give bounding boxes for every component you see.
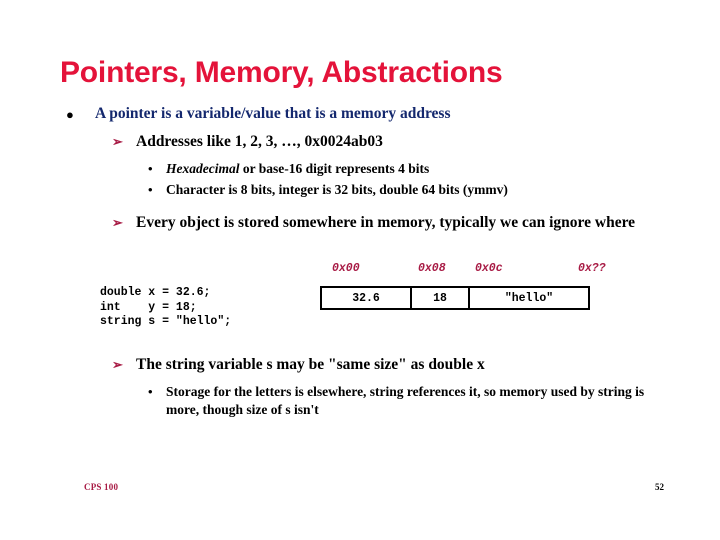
bullet-level2-label: The string variable s may be "same size"… [136,356,485,373]
bullet-level3-emphasis: Hexadecimal [166,161,240,176]
small-dot-bullet-icon: • [148,384,153,399]
footer-course-label: CPS 100 [84,482,119,492]
memory-address-label: 0x?? [578,262,606,275]
bullet-level2-string-size: ➢ The string variable s may be "same siz… [112,355,642,375]
footer-page-number: 52 [655,482,664,492]
slide-title: Pointers, Memory, Abstractions [60,56,503,89]
memory-address-label: 0x0c [475,262,503,275]
bullet-level1-pointer-definition: ● A pointer is a variable/value that is … [66,104,666,124]
bullet-level1-label: A pointer is a variable/value that is a … [95,105,451,122]
memory-cell: 32.6 [322,288,412,308]
bullet-level2-label: Addresses like 1, 2, 3, …, 0x0024ab03 [136,133,383,150]
code-snippet: double x = 32.6; int y = 18; string s = … [100,286,232,329]
memory-address-labels: 0x00 0x08 0x0c 0x?? [320,262,620,278]
memory-layout-table: 32.6 18 "hello" [320,286,590,310]
bullet-level2-addresses: ➢ Addresses like 1, 2, 3, …, 0x0024ab03 [112,132,642,152]
memory-cell: 18 [412,288,470,308]
bullet-level3-label: Character is 8 bits, integer is 32 bits,… [166,182,508,197]
memory-cell: "hello" [504,291,554,305]
presentation-slide: Pointers, Memory, Abstractions ● A point… [0,0,720,540]
small-dot-bullet-icon: • [148,161,153,176]
bullet-level3-string-storage: • Storage for the letters is elsewhere, … [146,383,646,419]
bullet-level3-label: Storage for the letters is elsewhere, st… [166,384,645,417]
bullet-dot-icon: ● [66,107,74,122]
bullet-level3-bit-sizes: • Character is 8 bits, integer is 32 bit… [146,181,646,199]
memory-address-label: 0x08 [418,262,446,275]
bullet-level3-hexadecimal: • Hexadecimal or base-16 digit represent… [146,160,646,178]
bullet-level2-label: Every object is stored somewhere in memo… [136,214,636,231]
arrow-bullet-icon: ➢ [112,134,123,149]
arrow-bullet-icon: ➢ [112,357,123,372]
bullet-level2-object-storage: ➢ Every object is stored somewhere in me… [112,213,642,233]
bullet-level3-label: or base-16 digit represents 4 bits [239,161,430,176]
arrow-bullet-icon: ➢ [112,215,123,230]
small-dot-bullet-icon: • [148,182,153,197]
memory-address-label: 0x00 [332,262,360,275]
